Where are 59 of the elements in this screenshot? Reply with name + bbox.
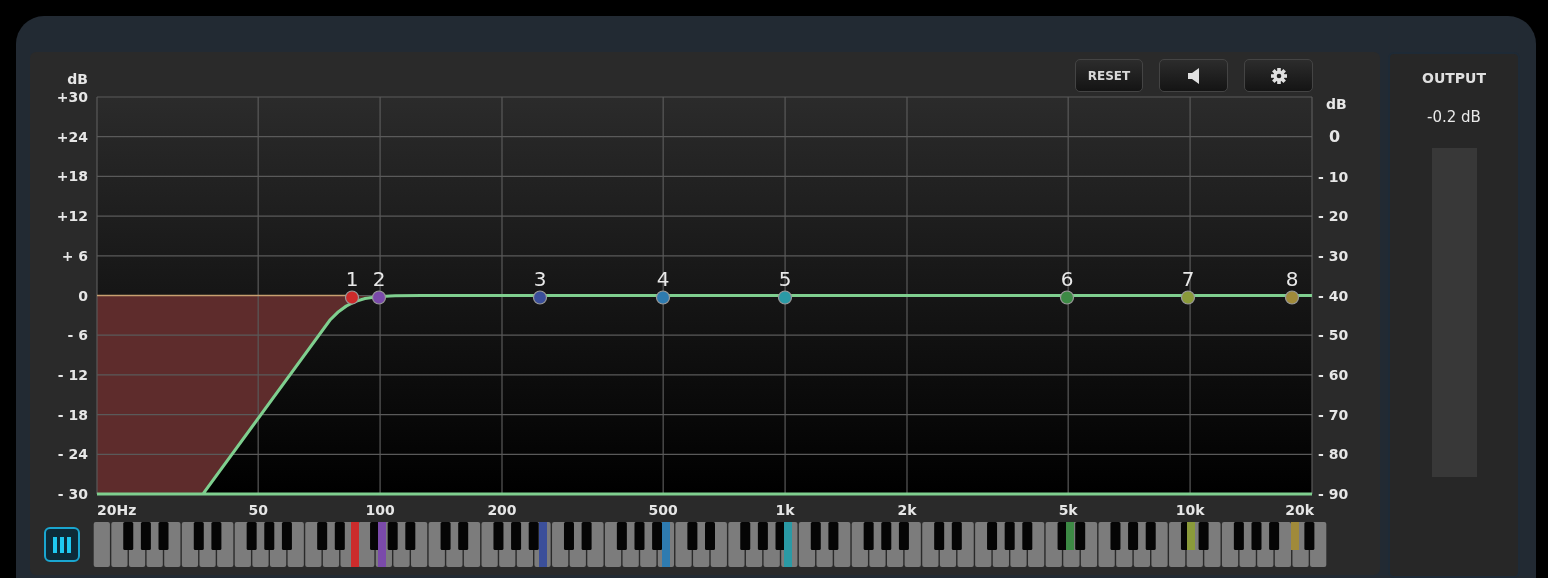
axis-label: 10k bbox=[1175, 502, 1205, 518]
band-number: 8 bbox=[1285, 267, 1299, 291]
band-handle[interactable] bbox=[1284, 290, 1300, 305]
axis-label: 1k bbox=[775, 502, 795, 518]
piano-icon bbox=[52, 534, 72, 555]
axis-label: 200 bbox=[487, 502, 517, 518]
band-number: 7 bbox=[1181, 267, 1195, 291]
axis-label: - 6 bbox=[67, 327, 88, 344]
axis-label: + 6 bbox=[61, 247, 88, 264]
axis-label: - 80 bbox=[1318, 446, 1349, 463]
axis-label: 20k bbox=[1285, 502, 1314, 518]
axis-label: - 18 bbox=[57, 406, 88, 423]
axis-label: - 24 bbox=[57, 446, 88, 463]
axis-label: - 20 bbox=[1318, 208, 1349, 225]
axis-label: 0 bbox=[1329, 127, 1341, 146]
speaker-button[interactable] bbox=[1159, 59, 1228, 92]
axis-label: - 90 bbox=[1318, 486, 1349, 502]
band-number: 5 bbox=[778, 267, 792, 291]
axis-unit: dB bbox=[67, 71, 88, 87]
band-number: 1 bbox=[345, 267, 359, 291]
axis-label: 5k bbox=[1058, 502, 1078, 518]
speaker-icon bbox=[1186, 67, 1201, 84]
axis-label: - 10 bbox=[1318, 168, 1349, 185]
settings-icon bbox=[1270, 67, 1287, 84]
axis-label: 100 bbox=[365, 502, 395, 518]
keyboard-toggle[interactable] bbox=[44, 527, 80, 562]
output-title: OUTPUT bbox=[1422, 70, 1486, 86]
band-handle[interactable] bbox=[655, 290, 671, 305]
band-handle[interactable] bbox=[344, 290, 360, 305]
band-handle[interactable] bbox=[1180, 290, 1196, 305]
axis-unit: dB bbox=[1326, 96, 1347, 112]
axis-label: +18 bbox=[56, 168, 88, 185]
settings-button[interactable] bbox=[1244, 59, 1313, 92]
band-handle[interactable] bbox=[532, 290, 548, 305]
axis-label: +12 bbox=[56, 208, 88, 225]
band-handle[interactable] bbox=[777, 290, 793, 305]
axis-label: - 60 bbox=[1318, 367, 1349, 383]
axis-label: +24 bbox=[56, 128, 88, 145]
band-number: 3 bbox=[533, 267, 547, 291]
reset-button[interactable]: RESET bbox=[1075, 59, 1143, 92]
axis-label: - 30 bbox=[57, 486, 88, 502]
axis-label: - 50 bbox=[1318, 327, 1349, 344]
axis-label: 20Hz bbox=[97, 502, 137, 518]
band-handle[interactable] bbox=[1059, 290, 1075, 305]
piano-keyboard-drawing[interactable] bbox=[93, 522, 1327, 567]
axis-label: 0 bbox=[78, 287, 88, 304]
axis-label: +30 bbox=[56, 89, 88, 105]
axis-label: 50 bbox=[248, 502, 268, 518]
band-number: 2 bbox=[372, 267, 386, 291]
band-number: 4 bbox=[656, 267, 670, 291]
axis-label: - 70 bbox=[1318, 406, 1349, 423]
output-reading: -0.2 dB bbox=[1427, 108, 1481, 126]
band-handle[interactable] bbox=[371, 290, 387, 305]
axis-label: - 12 bbox=[57, 366, 88, 383]
band-number: 6 bbox=[1060, 267, 1074, 291]
axis-label: 2k bbox=[897, 502, 917, 518]
axis-label: 500 bbox=[648, 502, 678, 518]
axis-label: - 30 bbox=[1318, 248, 1349, 264]
axis-label: - 40 bbox=[1318, 287, 1349, 304]
